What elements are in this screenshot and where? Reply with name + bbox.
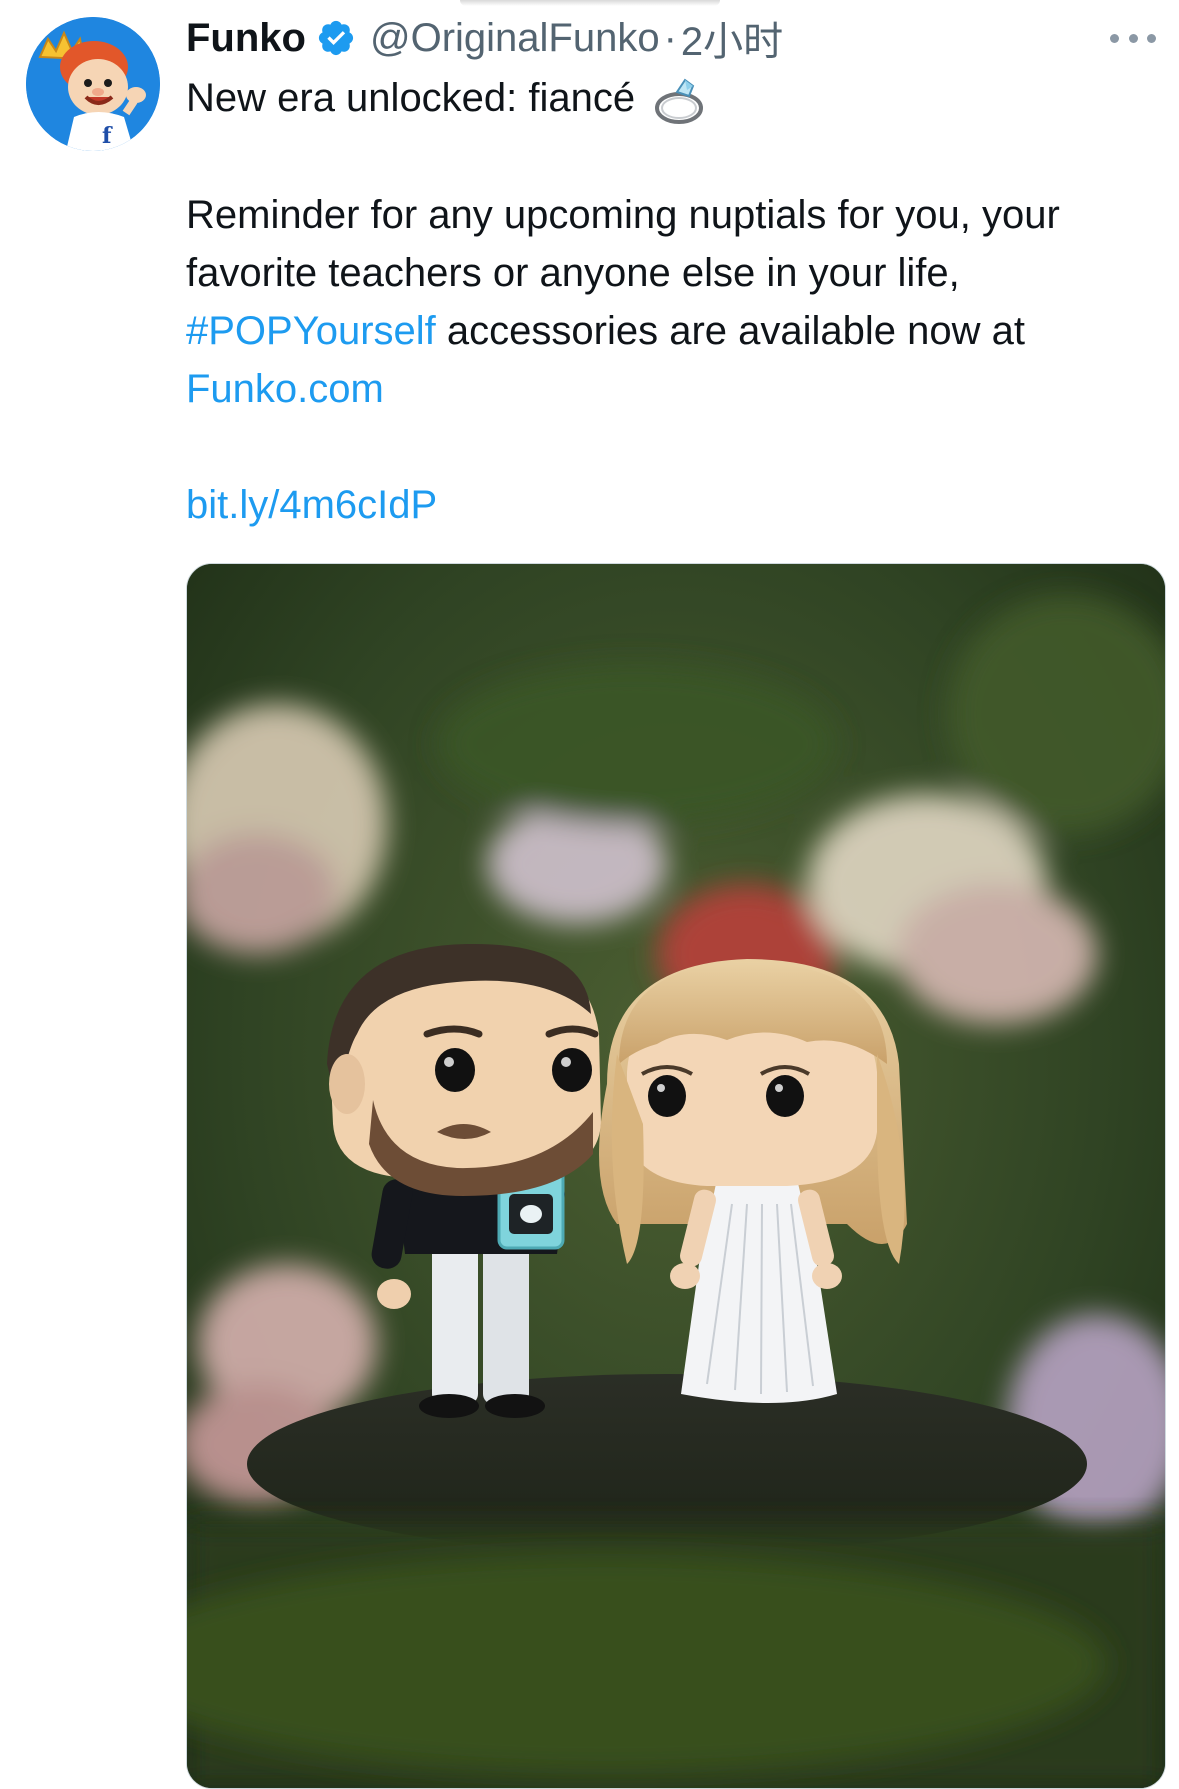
svg-text:f: f: [102, 123, 113, 149]
paragraph-text-mid: accessories are available now at: [435, 309, 1025, 353]
more-options-icon[interactable]: [1110, 20, 1156, 56]
scroll-handle: [460, 0, 720, 6]
funko-couple-photo: [187, 564, 1165, 1788]
short-url-link[interactable]: bit.ly/4m6cIdP: [186, 483, 437, 527]
tweet-media-image[interactable]: [186, 563, 1166, 1789]
separator-dot: ·: [663, 15, 677, 60]
funko-mascot-avatar: f: [26, 17, 160, 151]
verified-badge-icon: [316, 18, 356, 58]
tweet-first-line: New era unlocked: fiancé: [186, 76, 636, 120]
paragraph-text-start: Reminder for any upcoming nuptials for y…: [186, 193, 1060, 295]
avatar[interactable]: f: [26, 17, 160, 151]
ring-emoji-icon: [647, 68, 707, 128]
display-name[interactable]: Funko: [186, 16, 306, 61]
tweet-text: New era unlocked: fiancé Reminder for an…: [186, 68, 1106, 534]
site-link[interactable]: Funko.com: [186, 367, 384, 411]
timestamp[interactable]: 2小时: [681, 9, 783, 67]
tweet-paragraph: Reminder for any upcoming nuptials for y…: [186, 186, 1106, 418]
hashtag-link[interactable]: #POPYourself: [186, 309, 436, 353]
user-handle[interactable]: @OriginalFunko: [370, 16, 660, 61]
tweet-header: Funko @OriginalFunko · 2小时: [186, 10, 1086, 66]
